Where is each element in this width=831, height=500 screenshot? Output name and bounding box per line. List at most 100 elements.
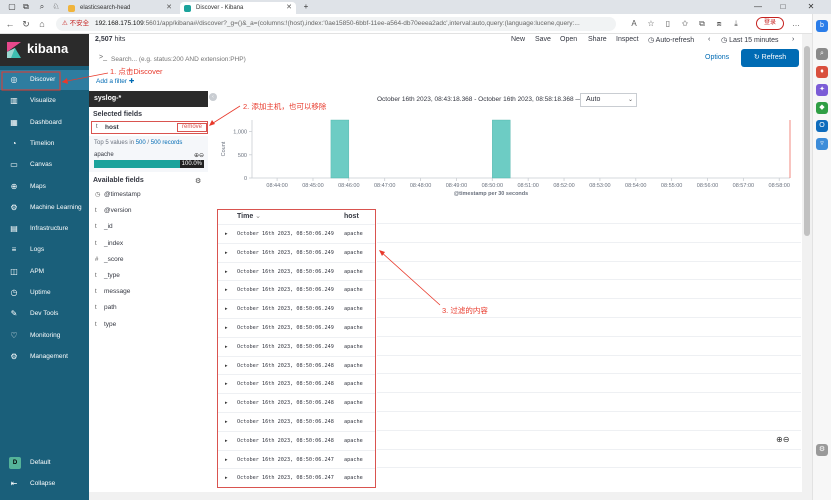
new-tab-button[interactable]: + [298,0,314,14]
expand-row-icon[interactable]: ▸ [225,375,228,393]
new-button[interactable]: New [511,36,525,43]
expand-row-icon[interactable]: ▸ [225,432,228,450]
tab-close-icon[interactable]: ✕ [166,2,172,14]
sidebar-settings-icon[interactable]: ⚙ [816,444,828,456]
shopping-icon[interactable]: ♦ [816,66,828,78]
tab-actions-icon[interactable]: ⧉ [18,0,34,14]
collapse-button[interactable]: ⇤ Collapse [0,474,89,494]
expand-row-icon[interactable]: ▸ [225,281,228,299]
time-forward-icon[interactable]: › [792,36,794,43]
column-header-host[interactable]: host [344,210,359,224]
auto-refresh-button[interactable]: ◷ Auto-refresh [648,36,694,44]
query-language-icon[interactable]: >_ [99,54,107,61]
zoom-in-icon[interactable]: ⊕ [776,435,783,444]
zoom-out-icon[interactable]: ⊖ [783,435,790,444]
more-menu-icon[interactable]: … [790,18,802,30]
table-row[interactable]: ▸ October 16th 2023, 08:50:06.249 apache [218,336,375,356]
expand-row-icon[interactable]: ▸ [225,244,228,262]
available-field-item[interactable]: t type [89,317,208,333]
sidebar-item-infrastructure[interactable]: ▤ Infrastructure [0,219,89,239]
sidebar-item-logs[interactable]: ≡ Logs [0,240,89,260]
interval-select[interactable]: Auto ⌄ [580,93,637,107]
refresh-button[interactable]: ↻ Refresh [741,49,799,67]
sidebar-item-dashboard[interactable]: ▦ Dashboard [0,113,89,133]
maximize-button[interactable]: □ [775,0,791,14]
tab-discover-kibana[interactable]: Discover - Kibana ✕ [180,2,296,14]
table-row[interactable]: ▸ October 16th 2023, 08:50:06.249 apache [218,318,375,337]
table-row[interactable]: ▸ October 16th 2023, 08:50:06.248 apache [218,355,375,375]
split-screen-icon[interactable]: ▯ [662,18,674,30]
available-field-item[interactable]: t message [89,284,208,300]
sidebar-item-uptime[interactable]: ◷ Uptime [0,283,89,303]
table-row[interactable]: ▸ October 16th 2023, 08:50:06.247 apache [218,449,375,469]
time-range-button[interactable]: ◷ Last 15 minutes [721,36,778,44]
inspect-button[interactable]: Inspect [616,36,639,43]
expand-row-icon[interactable]: ▸ [225,263,228,281]
expand-row-icon[interactable]: ▸ [225,413,228,431]
expand-row-icon[interactable]: ▸ [225,300,228,318]
table-row[interactable]: ▸ October 16th 2023, 08:50:06.248 apache [218,374,375,393]
table-row[interactable]: ▸ October 16th 2023, 08:50:06.249 apache [218,224,375,243]
tab-elasticsearch-head[interactable]: elasticsearch-head ✕ [64,2,176,14]
table-row[interactable]: ▸ October 16th 2023, 08:50:06.248 apache [218,393,375,412]
table-row[interactable]: ▸ October 16th 2023, 08:50:06.249 apache [218,261,375,281]
drop-icon[interactable]: ▿ [816,138,828,150]
tab-close-icon[interactable]: ✕ [286,2,292,14]
sidebar-item-canvas[interactable]: ▭ Canvas [0,155,89,175]
time-back-icon[interactable]: ‹ [708,36,710,43]
collapse-sidebar-icon[interactable]: ‹ [209,93,217,101]
sidebar-item-management[interactable]: ⚙ Management [0,347,89,367]
table-row[interactable]: ▸ October 16th 2023, 08:50:06.248 apache [218,430,375,450]
sidebar-item-discover[interactable]: ◎ Discover [0,70,89,90]
games-icon[interactable]: ◆ [816,102,828,114]
insecure-warning[interactable]: ⚠ 不安全 [62,20,89,27]
sidebar-item-machine-learning[interactable]: ⚙ Machine Learning [0,198,89,218]
sidebar-item-dev-tools[interactable]: ✎ Dev Tools [0,304,89,324]
expand-row-icon[interactable]: ▸ [225,319,228,337]
available-field-item[interactable]: t _index [89,236,208,252]
available-field-item[interactable]: t @version [89,203,208,219]
expand-row-icon[interactable]: ▸ [225,357,228,375]
table-row[interactable]: ▸ October 16th 2023, 08:50:06.247 apache [218,468,375,487]
expand-row-icon[interactable]: ▸ [225,394,228,412]
expand-row-icon[interactable]: ▸ [225,338,228,356]
tab-search-icon[interactable]: ♘ [48,0,64,14]
available-field-item[interactable]: t _id [89,219,208,235]
records-link[interactable]: 500 records [151,140,183,146]
sidebar-item-monitoring[interactable]: ♡ Monitoring [0,326,89,346]
favorite-star-icon[interactable]: ☆ [645,18,657,30]
remove-field-button[interactable]: remove [177,123,207,132]
column-header-time[interactable]: Time ⌄ [237,210,261,224]
sidebar-item-apm[interactable]: ◫ APM [0,262,89,282]
page-vertical-scrollbar[interactable] [802,34,812,500]
available-field-item[interactable]: t _type [89,268,208,284]
home-icon[interactable]: ⌂ [36,18,48,30]
filter-out-icon[interactable]: ⊖ [199,153,204,159]
expand-row-icon[interactable]: ▸ [225,225,228,243]
collections-icon[interactable]: ⧉ [696,18,708,30]
field-settings-gear-icon[interactable]: ⚙ [195,177,201,185]
expand-row-icon[interactable]: ▸ [225,451,228,469]
search-icon[interactable]: ⌕ [816,48,828,60]
copilot-icon[interactable]: b [816,20,828,32]
space-selector[interactable]: D Default [0,453,89,473]
minimize-button[interactable]: — [750,0,766,14]
reload-icon[interactable]: ↻ [20,18,32,30]
kibana-brand[interactable]: kibana [0,34,89,66]
available-field-item[interactable]: t path [89,300,208,316]
login-button[interactable]: 登录 [756,17,784,30]
available-field-item[interactable]: ◷ @timestamp [89,187,208,203]
read-aloud-icon[interactable]: A [628,18,640,30]
address-bar[interactable]: ⚠ 不安全 192.168.175.109:5601/app/kibana#/d… [56,17,616,31]
table-row[interactable]: ▸ October 16th 2023, 08:50:06.249 apache [218,280,375,299]
index-pattern-selector[interactable]: syslog-* [89,91,208,107]
close-window-button[interactable]: ✕ [803,0,819,14]
top-count-link[interactable]: 500 [136,140,146,146]
table-row[interactable]: ▸ October 16th 2023, 08:50:06.248 apache [218,412,375,431]
extensions-icon[interactable]: ⧈ [713,18,725,30]
tools-icon[interactable]: ✦ [816,84,828,96]
sidebar-item-visualize[interactable]: ▥ Visualize [0,91,89,111]
scrollbar-thumb[interactable] [804,46,810,236]
selected-field-host[interactable]: t host remove [91,121,208,134]
outlook-icon[interactable]: O [816,120,828,132]
